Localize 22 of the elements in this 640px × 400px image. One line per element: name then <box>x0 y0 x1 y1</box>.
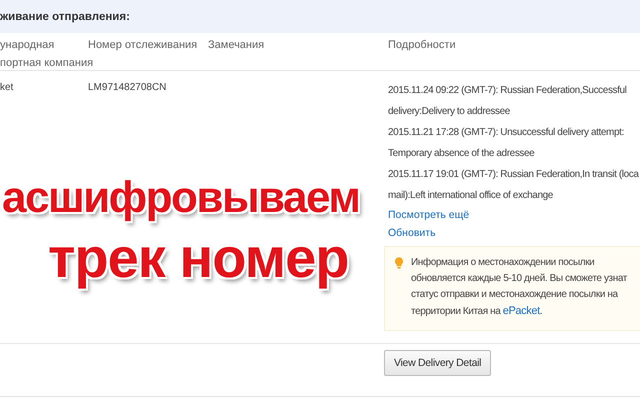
column-header: Подробности <box>388 38 456 53</box>
event-text: 2015.11.21 17:28 (GMT-7): Unsuccessful delivery attempt: <box>388 126 625 140</box>
link[interactable]: Обновить <box>388 227 436 239</box>
view-detail-button[interactable]: View Delivery Detail <box>384 350 492 376</box>
lightbulb-icon <box>395 257 403 269</box>
event-text: Temporary absence of the adressee <box>388 147 536 161</box>
overlay-title: трек номер <box>48 226 350 290</box>
event-text: 2015.11.24 09:22 (GMT-7): Russian Federation,Successful <box>388 84 628 98</box>
link[interactable]: Посмотреть ещё <box>388 209 470 221</box>
table-cell: LM971482708CN <box>88 82 166 93</box>
event-text: mail):Left international office of exchange <box>388 189 554 203</box>
column-header: ународная <box>0 38 54 53</box>
overlay-title: асшифровываем <box>2 172 360 224</box>
notice-text: Информация о местонахождении посылки обновляется каждые 5-10 дней. Вы сможете узнат статус отправки и местонахождение посылки на территории Китая на ePacket. <box>411 256 627 319</box>
table-cell: ket <box>0 82 14 93</box>
event-text: delivery:Delivery to addressee <box>388 105 511 119</box>
column-header: Замечания <box>208 38 264 53</box>
column-header: Номер отслеживания <box>88 38 198 53</box>
column-header: портная компания <box>0 56 94 71</box>
section-title: живание отправления: <box>0 10 130 22</box>
link[interactable]: ePacket <box>502 305 540 317</box>
event-text: 2015.11.17 19:01 (GMT-7): Russian Federation,In transit (loca <box>388 168 640 182</box>
